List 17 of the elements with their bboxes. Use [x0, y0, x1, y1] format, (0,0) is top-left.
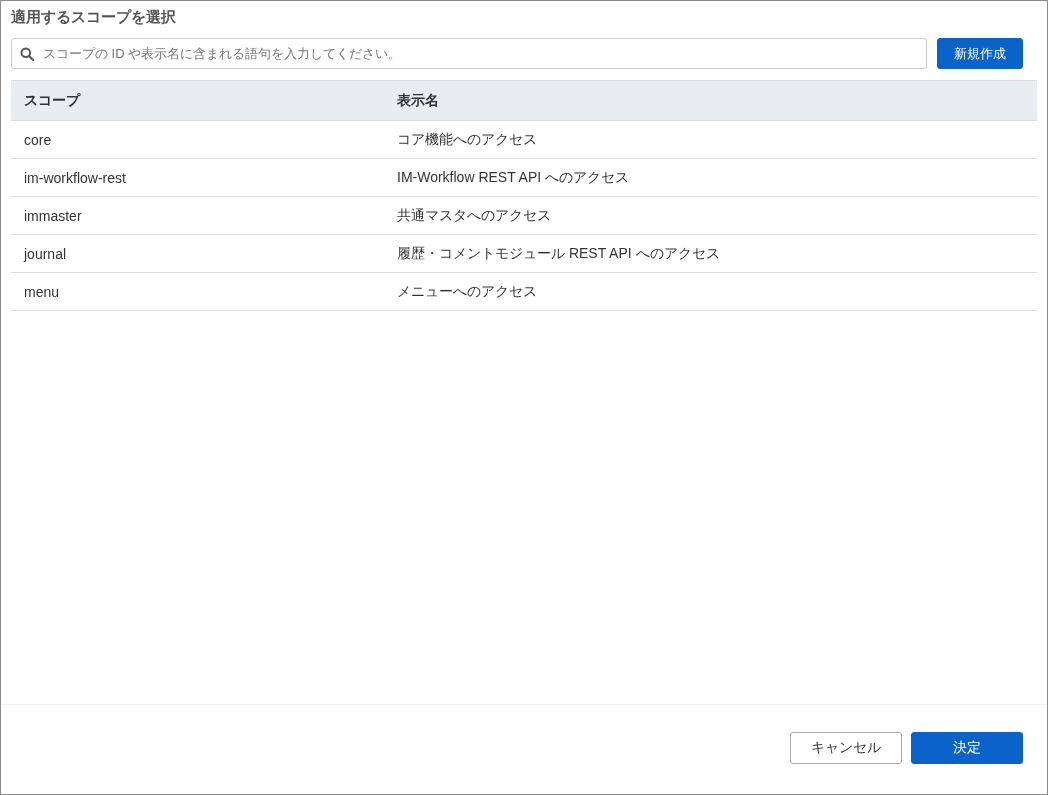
table-cell-text: 履歴・コメントモジュール REST API へのアクセス: [396, 244, 721, 263]
table-cell-text: コア機能へのアクセス: [396, 130, 538, 149]
table-cell-text: core: [23, 131, 53, 148]
table-cell-text: IM-Workflow REST API へのアクセス: [396, 168, 631, 187]
column-header: スコープ: [23, 91, 82, 110]
table-cell-text: im-workflow-rest: [23, 169, 127, 186]
table-cell-text: menu: [23, 283, 61, 300]
table-cell-text: 共通マスタへのアクセス: [396, 206, 552, 225]
column-header: 表示名: [396, 91, 440, 110]
search-field[interactable]: スコープの ID や表示名に含まれる語句を入力してください。: [11, 38, 927, 69]
table-cell-text: journal: [22, 245, 68, 262]
confirm-button[interactable]: 決定: [911, 731, 1023, 764]
table-cell-text: immaster: [23, 207, 83, 224]
cancel-button[interactable]: キャンセル: [790, 731, 902, 764]
dialog-title: 適用するスコープを選択: [10, 7, 177, 27]
create-button[interactable]: 新規作成: [937, 38, 1023, 69]
table-cell-text: メニューへのアクセス: [396, 282, 538, 301]
